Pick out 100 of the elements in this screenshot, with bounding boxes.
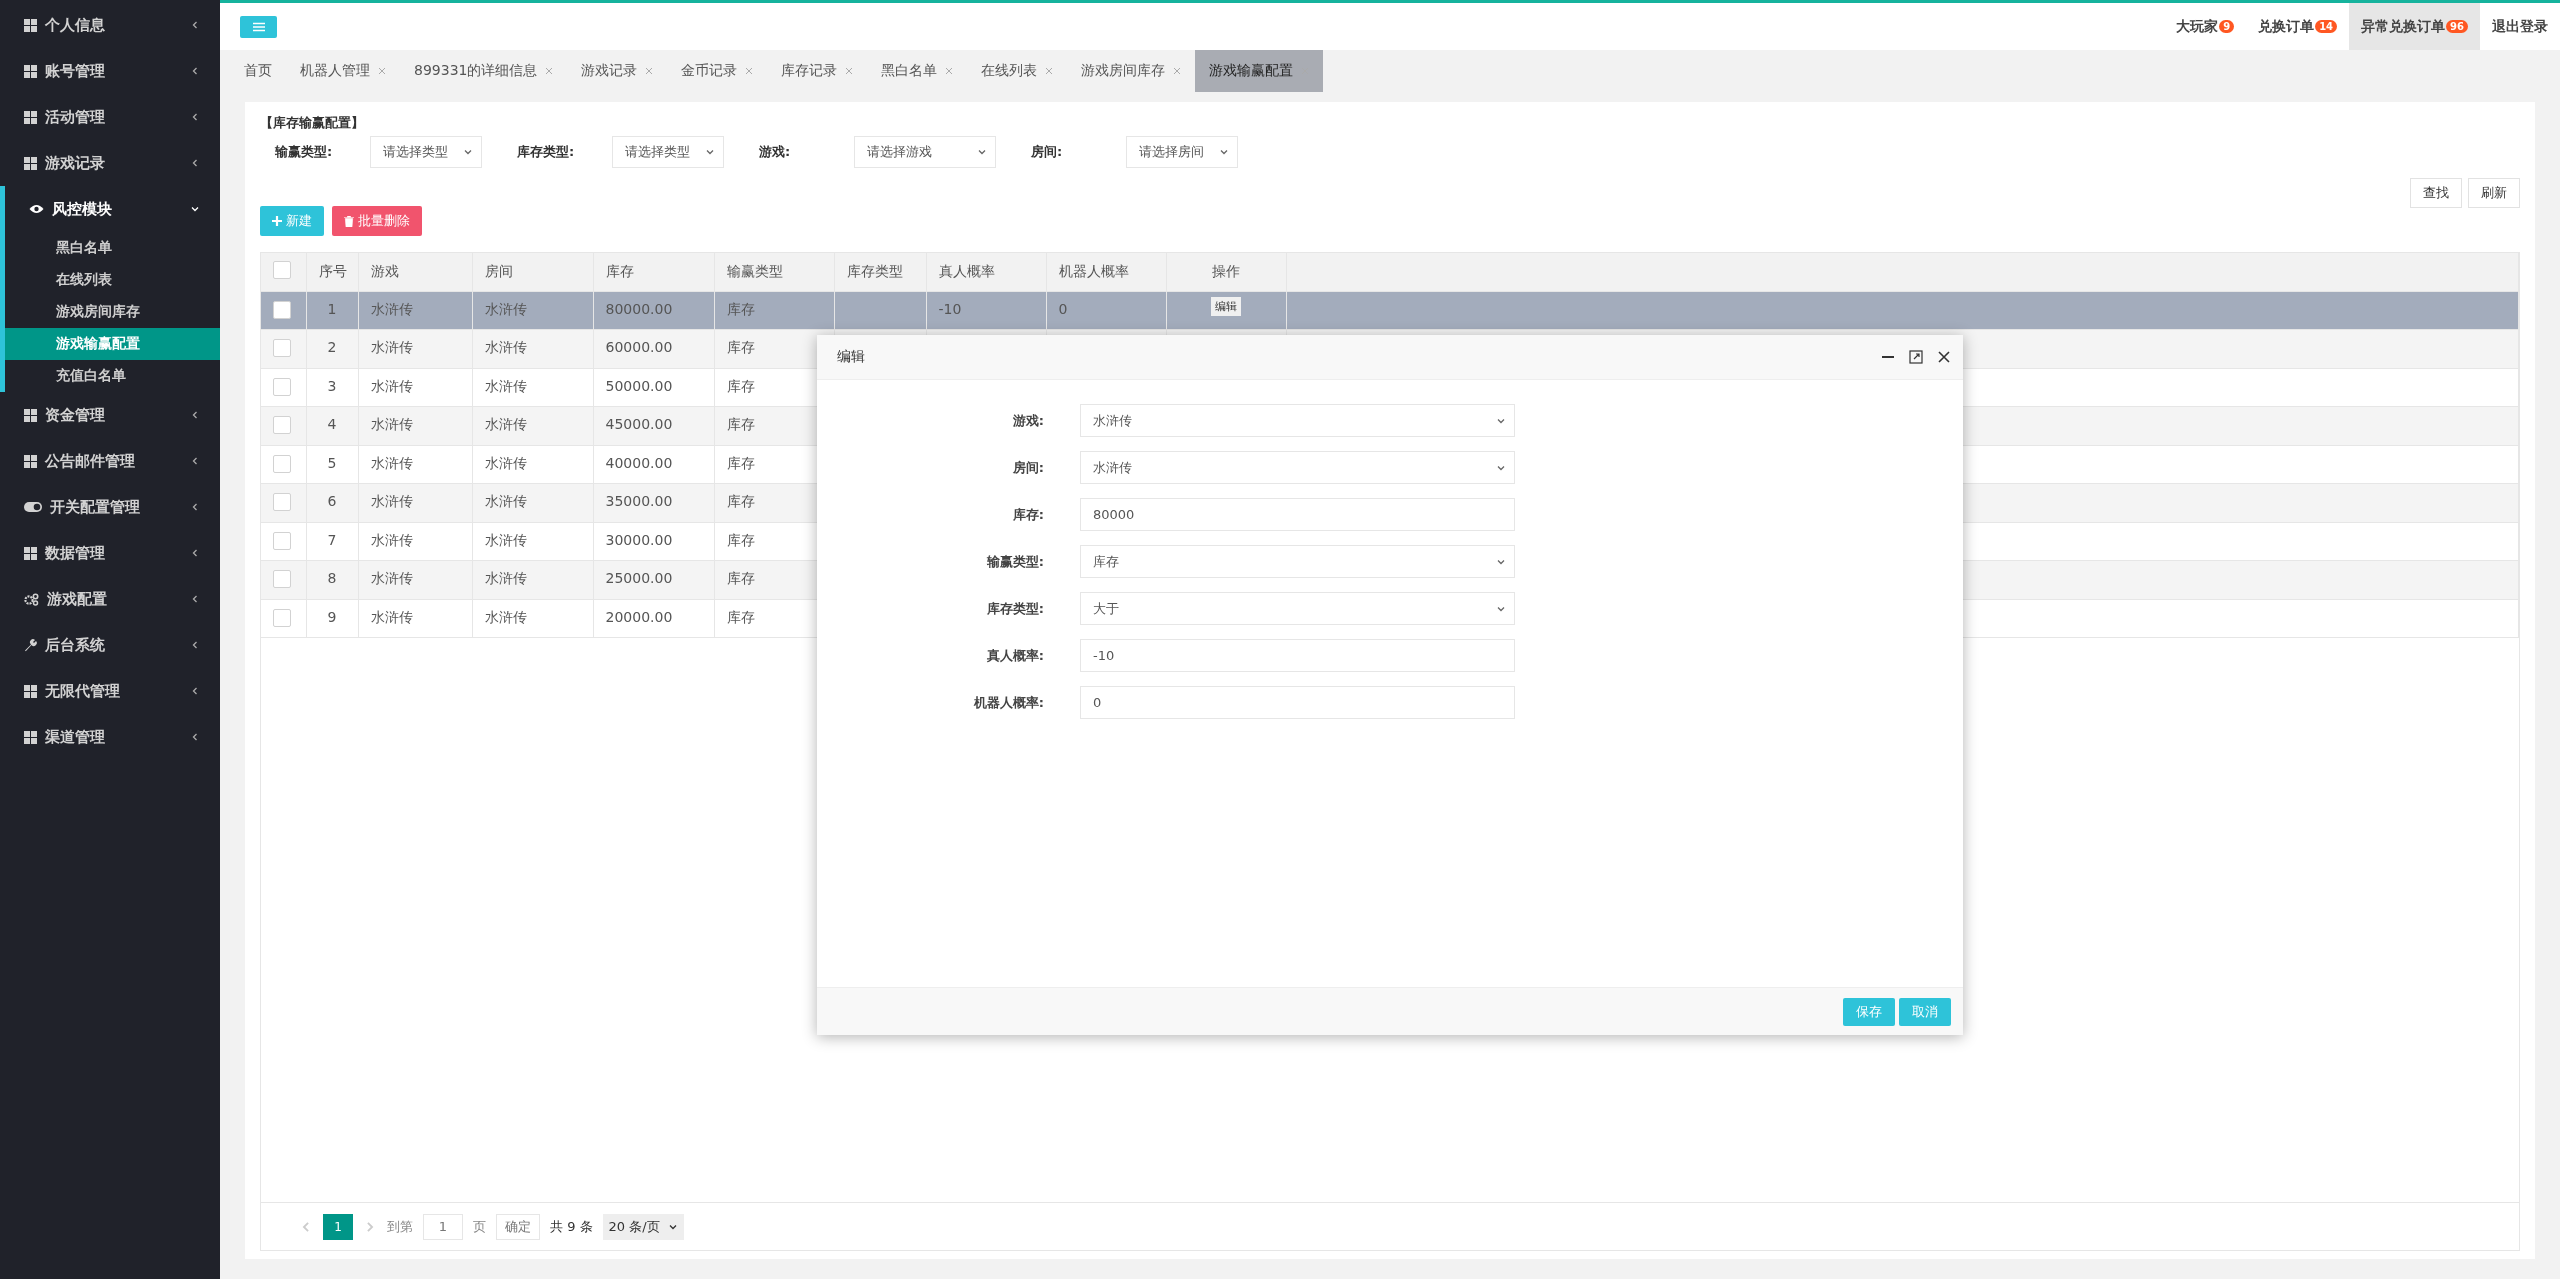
refresh-button[interactable]: 刷新 (2468, 178, 2520, 208)
sidebar-item[interactable]: 风控模块 (5, 186, 220, 232)
page-tab[interactable]: 游戏房间库存 (1067, 50, 1196, 92)
sidebar-item[interactable]: 个人信息 (0, 2, 220, 48)
table-cell: 40000.00 (605, 454, 673, 471)
select-field[interactable]: 大于 (1080, 592, 1515, 625)
grid-icon (24, 684, 37, 698)
filter-label: 库存类型: (517, 143, 576, 161)
table-cell: 6 (327, 493, 337, 509)
filter-label: 房间: (1031, 143, 1064, 161)
select-field[interactable]: 水浒传 (1080, 404, 1515, 437)
grid-icon (24, 408, 37, 422)
grid-icon (24, 110, 37, 124)
checkbox[interactable] (273, 570, 291, 588)
filter-select[interactable]: 请选择类型 (612, 136, 724, 168)
table-cell: 库存 (726, 454, 755, 471)
table-cell: 35000.00 (605, 493, 673, 509)
input-field[interactable]: -10 (1080, 639, 1515, 672)
table-cell: 1 (327, 300, 337, 317)
page-size-select[interactable]: 20 条/页 (602, 1213, 684, 1240)
sidebar-item[interactable]: 游戏记录 (0, 140, 220, 186)
table-cell: 水浒传 (370, 531, 413, 548)
gears-icon (24, 592, 39, 606)
sidebar-item[interactable]: 活动管理 (0, 94, 220, 140)
select-field[interactable]: 水浒传 (1080, 451, 1515, 484)
close-icon[interactable] (1937, 350, 1951, 364)
table-cell: 库存 (726, 339, 755, 355)
checkbox[interactable] (273, 454, 291, 473)
checkbox[interactable] (273, 416, 291, 434)
sidebar-item[interactable]: 数据管理 (0, 530, 220, 576)
checkbox[interactable] (273, 608, 291, 627)
select-field[interactable]: 库存 (1080, 545, 1515, 578)
chevron-left-icon (190, 640, 200, 650)
form-label: 库存: (1011, 505, 1045, 524)
checkbox[interactable] (273, 300, 291, 319)
sidebar-item[interactable]: 账号管理 (0, 48, 220, 94)
submenu-item[interactable]: 充值白名单 (5, 360, 220, 392)
topbar-link[interactable]: 兑换订单 14 (2246, 3, 2350, 50)
sidebar-item[interactable]: 开关配置管理 (0, 484, 220, 530)
table-cell: 库存 (726, 570, 755, 586)
sidebar-item[interactable]: 无限代管理 (0, 668, 220, 714)
table-cell: 库存 (726, 493, 755, 509)
page-tab[interactable]: 899331的详细信息 (400, 50, 568, 92)
page-number[interactable]: 1 (323, 1213, 353, 1240)
menu-button[interactable] (240, 15, 277, 38)
filter-select[interactable]: 请选择类型 (370, 136, 482, 168)
page-tab[interactable]: 黑白名单 (867, 50, 968, 92)
page-tab[interactable]: 首页 (230, 50, 286, 92)
page-tab[interactable]: 游戏输赢配置 (1195, 50, 1324, 92)
checkbox[interactable] (273, 377, 291, 396)
search-button[interactable]: 查找 (2410, 178, 2462, 208)
confirm-button[interactable]: 确定 (496, 1213, 540, 1240)
grid-icon (24, 156, 37, 170)
table-cell: 9 (327, 608, 337, 625)
submenu-item[interactable]: 游戏输赢配置 (5, 328, 220, 360)
filter-select[interactable]: 请选择游戏 (854, 136, 996, 168)
page-input[interactable]: 1 (423, 1213, 463, 1240)
table-cell: 水浒传 (484, 377, 527, 394)
input-field[interactable]: 0 (1080, 686, 1515, 719)
grid-icon (24, 64, 37, 78)
filter-select[interactable]: 请选择房间 (1126, 136, 1238, 168)
checkbox[interactable] (273, 531, 291, 550)
sidebar-item[interactable]: 资金管理 (0, 392, 220, 438)
page-tab[interactable]: 金币记录 (667, 50, 768, 92)
submenu-item[interactable]: 游戏房间库存 (5, 296, 220, 328)
table-cell: 20000.00 (605, 608, 673, 625)
form-label: 输赢类型: (985, 552, 1045, 571)
checkbox[interactable] (273, 261, 291, 280)
goto-label: 到第 (387, 1217, 413, 1236)
table-cell: 水浒传 (484, 570, 527, 586)
table-cell: 60000.00 (605, 339, 673, 355)
input-field[interactable]: 80000 (1080, 498, 1515, 531)
maximize-icon[interactable] (1909, 350, 1923, 364)
chevron-left-icon (190, 20, 200, 30)
trash-icon (344, 215, 354, 227)
menu-icon (252, 21, 265, 32)
table-cell: 50000.00 (605, 377, 673, 394)
checkbox[interactable] (273, 493, 291, 511)
sidebar-item[interactable]: 公告邮件管理 (0, 438, 220, 484)
table-cell: 45000.00 (605, 416, 673, 432)
filter-label: 游戏: (759, 143, 792, 161)
table-cell: 水浒传 (370, 608, 413, 625)
submenu-item[interactable]: 在线列表 (5, 264, 220, 296)
page-tab[interactable]: 在线列表 (967, 50, 1068, 92)
page-tab[interactable]: 机器人管理 (286, 50, 400, 92)
edit-button[interactable]: 编辑 (1211, 296, 1241, 316)
topbar-link[interactable]: 异常兑换订单 96 (2349, 3, 2480, 50)
page-tab[interactable]: 游戏记录 (567, 50, 668, 92)
page-tab[interactable]: 库存记录 (767, 50, 868, 92)
topbar-link[interactable]: 大玩家 9 (2164, 3, 2247, 50)
sidebar-item[interactable]: 后台系统 (0, 622, 220, 668)
table-cell: 30000.00 (605, 531, 673, 548)
checkbox[interactable] (273, 339, 291, 357)
sidebar-item[interactable]: 游戏配置 (0, 576, 220, 622)
page-unit: 页 (473, 1217, 486, 1236)
sidebar-item[interactable]: 渠道管理 (0, 714, 220, 760)
submenu-item[interactable]: 黑白名单 (5, 232, 220, 264)
topbar-link[interactable]: 退出登录 (2480, 3, 2560, 50)
chevron-left-icon (190, 594, 200, 604)
chevron-left-icon (190, 502, 200, 512)
